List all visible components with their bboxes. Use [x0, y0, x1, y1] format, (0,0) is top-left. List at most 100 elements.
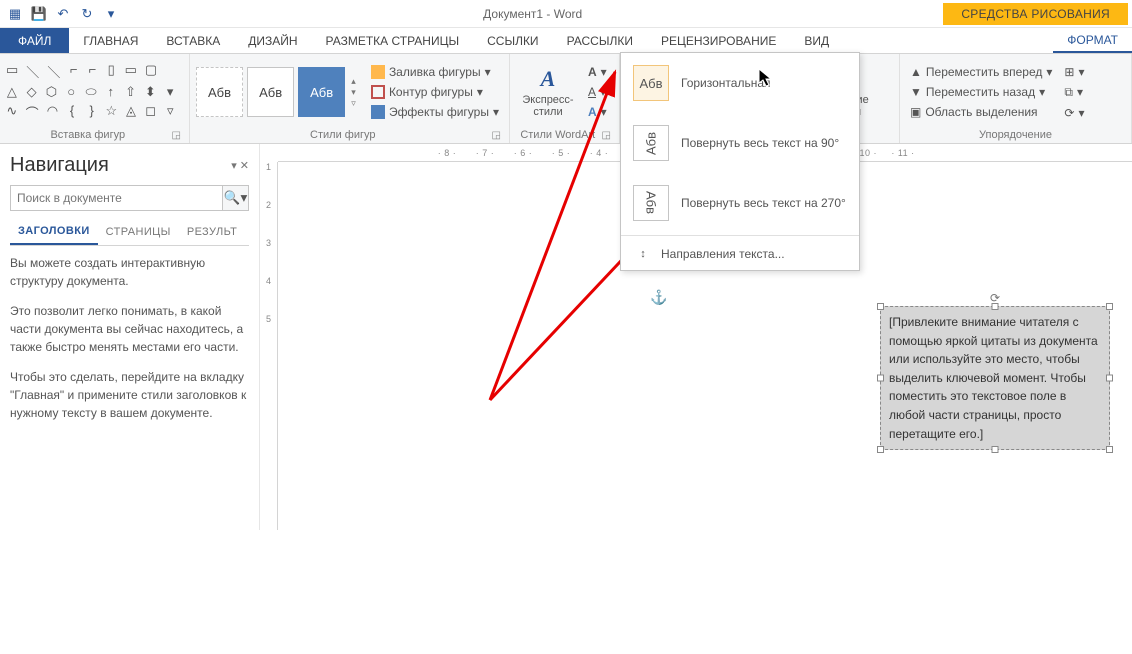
effects-icon — [371, 105, 385, 119]
group-label-wordart: Стили WordArt — [516, 127, 600, 141]
text-effects-button[interactable]: A▾ — [584, 103, 611, 121]
resize-handle[interactable] — [877, 375, 884, 382]
textbox-content: [Привлеките внимание читателя с помощью … — [889, 315, 1098, 441]
title-bar: ▦ 💾 ↶ ↻ ▾ Документ1 - Word СРЕДСТВА РИСО… — [0, 0, 1132, 28]
dialog-launcher-icon[interactable]: ◲ — [600, 130, 613, 141]
tab-mailings[interactable]: РАССЫЛКИ — [553, 28, 647, 53]
navtab-results[interactable]: РЕЗУЛЬТ — [179, 219, 245, 245]
dd-rotate90[interactable]: Абв Повернуть весь текст на 90° — [621, 113, 859, 173]
navpane-tools[interactable]: ▾ ✕ — [231, 159, 249, 172]
nav-paragraph: Вы можете создать интерактивную структур… — [10, 254, 249, 290]
align-icon: ⊞ — [1064, 65, 1074, 79]
contextual-tab-label: СРЕДСТВА РИСОВАНИЯ — [943, 3, 1128, 25]
search-input[interactable] — [11, 186, 222, 210]
search-button[interactable]: 🔍▾ — [222, 186, 248, 210]
nav-body: Вы можете создать интерактивную структур… — [10, 254, 249, 434]
tab-insert[interactable]: ВСТАВКА — [152, 28, 234, 53]
tab-view[interactable]: ВИД — [790, 28, 843, 53]
group-arrange: ▲Переместить вперед ▾ ▼Переместить назад… — [900, 54, 1132, 143]
rotate-icon: ⟳ — [1064, 106, 1074, 120]
group-label-shape-styles: Стили фигур — [196, 127, 490, 141]
resize-handle[interactable] — [992, 303, 999, 310]
bucket-icon — [371, 65, 385, 79]
dd-more-directions[interactable]: ↕ Направления текста... — [621, 238, 859, 270]
qat-more-icon[interactable]: ▾ — [100, 3, 122, 25]
word-logo-icon[interactable]: ▦ — [4, 3, 26, 25]
nav-paragraph: Это позволит легко понимать, в какой час… — [10, 302, 249, 356]
tab-spacer — [843, 28, 1053, 53]
shape-effects-button[interactable]: Эффекты фигуры ▾ — [367, 103, 503, 121]
nav-tabs: ЗАГОЛОВКИ СТРАНИЦЫ РЕЗУЛЬТ — [10, 219, 249, 246]
gallery-more-icon[interactable]: ▴▾▿ — [349, 76, 363, 109]
text-direction-icon: ↕ — [633, 244, 653, 264]
tab-references[interactable]: ССЫЛКИ — [473, 28, 552, 53]
send-backward-icon: ▼ — [910, 85, 922, 99]
shapes-gallery[interactable]: ▭＼＼⌐⌐▯▭▢ △◇⬡○⬭↑⇧⬍▾ ∿⌒◠{}☆◬◻▿ — [6, 62, 176, 122]
text-box[interactable]: ⟳ [Привлеките внимание читателя с помощь… — [880, 306, 1110, 450]
tab-review[interactable]: РЕЦЕНЗИРОВАНИЕ — [647, 28, 790, 53]
shape-style-preset[interactable]: Абв — [247, 67, 294, 117]
tab-home[interactable]: ГЛАВНАЯ — [69, 28, 152, 53]
anchor-icon: ⚓ — [650, 289, 667, 306]
selection-pane-icon: ▣ — [910, 105, 921, 119]
resize-handle[interactable] — [877, 446, 884, 453]
shape-outline-button[interactable]: Контур фигуры ▾ — [367, 83, 503, 101]
dd-rotate270[interactable]: Абв Повернуть весь текст на 270° — [621, 173, 859, 233]
text-direction-dropdown: Абв Горизонтальная Абв Повернуть весь те… — [620, 52, 860, 271]
search-icon: 🔍 — [224, 190, 241, 205]
group-button[interactable]: ⧉▾ — [1060, 83, 1088, 102]
save-icon[interactable]: 💾 — [28, 3, 50, 25]
letter-a-icon: A — [541, 66, 556, 92]
resize-handle[interactable] — [1106, 303, 1113, 310]
group-wordart-styles: A Экспресс- стили A▾ A▾ A▾ Стили WordArt… — [510, 54, 620, 143]
shape-style-preset[interactable]: Абв — [196, 67, 243, 117]
redo-icon[interactable]: ↻ — [76, 3, 98, 25]
navigation-title: Навигация — [10, 154, 109, 177]
navtab-headings[interactable]: ЗАГОЛОВКИ — [10, 219, 98, 245]
group-label-insert-shapes: Вставка фигур — [6, 127, 170, 141]
ribbon-tabs: ФАЙЛ ГЛАВНАЯ ВСТАВКА ДИЗАЙН РАЗМЕТКА СТР… — [0, 28, 1132, 54]
search-box: 🔍▾ — [10, 185, 249, 211]
express-styles-button[interactable]: A Экспресс- стили — [516, 57, 580, 127]
tab-design[interactable]: ДИЗАЙН — [234, 28, 311, 53]
document-title: Документ1 - Word — [122, 7, 943, 21]
send-backward-button[interactable]: ▼Переместить назад ▾ — [906, 83, 1056, 101]
group-shape-styles: Абв Абв Абв ▴▾▿ Заливка фигуры ▾ Контур … — [190, 54, 510, 143]
direction-270-icon: Абв — [633, 185, 669, 221]
group-insert-shapes: ▭＼＼⌐⌐▯▭▢ △◇⬡○⬭↑⇧⬍▾ ∿⌒◠{}☆◬◻▿ Вставка фиг… — [0, 54, 190, 143]
direction-horizontal-icon: Абв — [633, 65, 669, 101]
selection-pane-button[interactable]: ▣Область выделения — [906, 103, 1056, 121]
align-button[interactable]: ⊞▾ — [1060, 63, 1088, 81]
navtab-pages[interactable]: СТРАНИЦЫ — [98, 219, 179, 245]
dropdown-separator — [621, 235, 859, 236]
dialog-launcher-icon[interactable]: ◲ — [170, 130, 183, 141]
text-fill-button[interactable]: A▾ — [584, 63, 611, 81]
tab-pagelayout[interactable]: РАЗМЕТКА СТРАНИЦЫ — [312, 28, 474, 53]
text-outline-button[interactable]: A▾ — [584, 83, 611, 101]
navigation-pane: Навигация ▾ ✕ 🔍▾ ЗАГОЛОВКИ СТРАНИЦЫ РЕЗУ… — [0, 144, 260, 530]
direction-90-icon: Абв — [633, 125, 669, 161]
vertical-ruler: 12345 — [260, 162, 278, 530]
tab-format[interactable]: ФОРМАТ — [1053, 28, 1132, 53]
resize-handle[interactable] — [877, 303, 884, 310]
resize-handle[interactable] — [1106, 446, 1113, 453]
ribbon: ▭＼＼⌐⌐▯▭▢ △◇⬡○⬭↑⇧⬍▾ ∿⌒◠{}☆◬◻▿ Вставка фиг… — [0, 54, 1132, 144]
bring-forward-button[interactable]: ▲Переместить вперед ▾ — [906, 63, 1056, 81]
undo-icon[interactable]: ↶ — [52, 3, 74, 25]
dd-horizontal[interactable]: Абв Горизонтальная — [621, 53, 859, 113]
cursor-icon — [758, 68, 774, 88]
nav-paragraph: Чтобы это сделать, перейдите на вкладку … — [10, 368, 249, 422]
group-label-arrange: Упорядочение — [906, 127, 1125, 141]
resize-handle[interactable] — [1106, 375, 1113, 382]
bring-forward-icon: ▲ — [910, 65, 922, 79]
rotate-button[interactable]: ⟳▾ — [1060, 104, 1088, 122]
shape-style-preset[interactable]: Абв — [298, 67, 345, 117]
dialog-launcher-icon[interactable]: ◲ — [490, 130, 503, 141]
content-area: Навигация ▾ ✕ 🔍▾ ЗАГОЛОВКИ СТРАНИЦЫ РЕЗУ… — [0, 144, 1132, 530]
quick-access-toolbar: ▦ 💾 ↶ ↻ ▾ — [4, 3, 122, 25]
group-icon: ⧉ — [1064, 85, 1073, 100]
resize-handle[interactable] — [992, 446, 999, 453]
shape-fill-button[interactable]: Заливка фигуры ▾ — [367, 63, 503, 81]
pen-icon — [371, 85, 385, 99]
tab-file[interactable]: ФАЙЛ — [0, 28, 69, 53]
